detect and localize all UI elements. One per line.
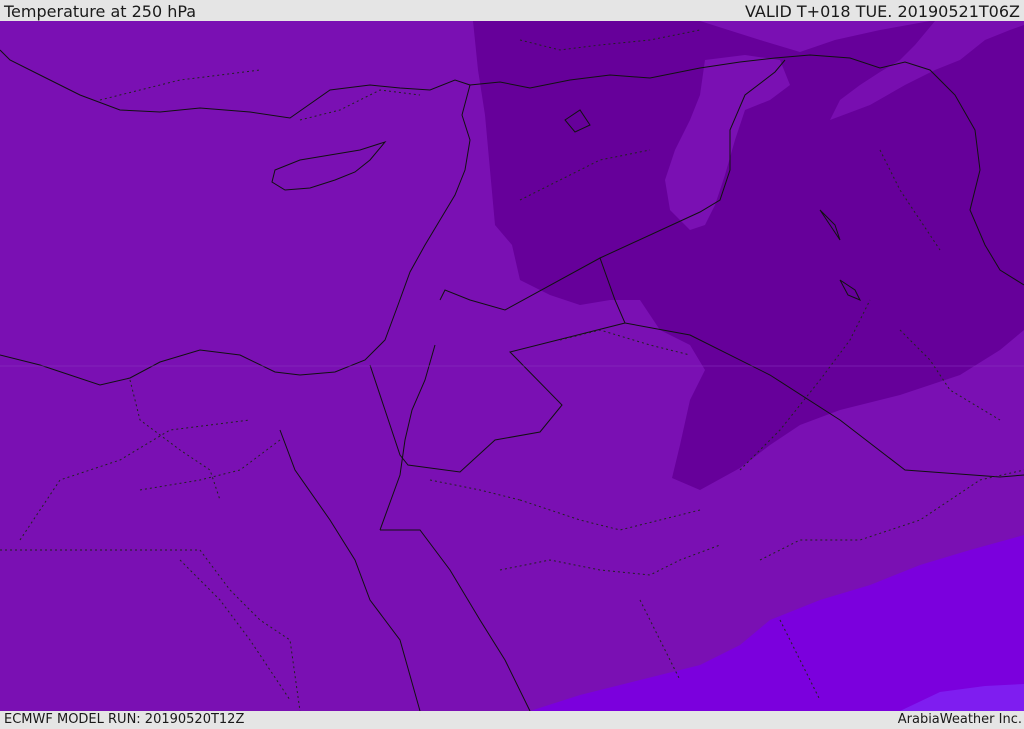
header-bar: Temperature at 250 hPa VALID T+018 TUE. … — [0, 0, 1024, 21]
valid-time: VALID T+018 TUE. 20190521T06Z — [744, 2, 1020, 21]
credit-label: ArabiaWeather Inc. — [897, 712, 1022, 727]
footer-bar: ECMWF MODEL RUN: 20190520T12Z ArabiaWeat… — [0, 711, 1024, 729]
weather-map-page: Temperature at 250 hPa VALID T+018 TUE. … — [0, 0, 1024, 729]
map-title: Temperature at 250 hPa — [4, 2, 197, 21]
model-run-label: ECMWF MODEL RUN: 20190520T12Z — [4, 712, 245, 727]
temperature-map — [0, 21, 1024, 711]
map-canvas — [0, 21, 1024, 711]
